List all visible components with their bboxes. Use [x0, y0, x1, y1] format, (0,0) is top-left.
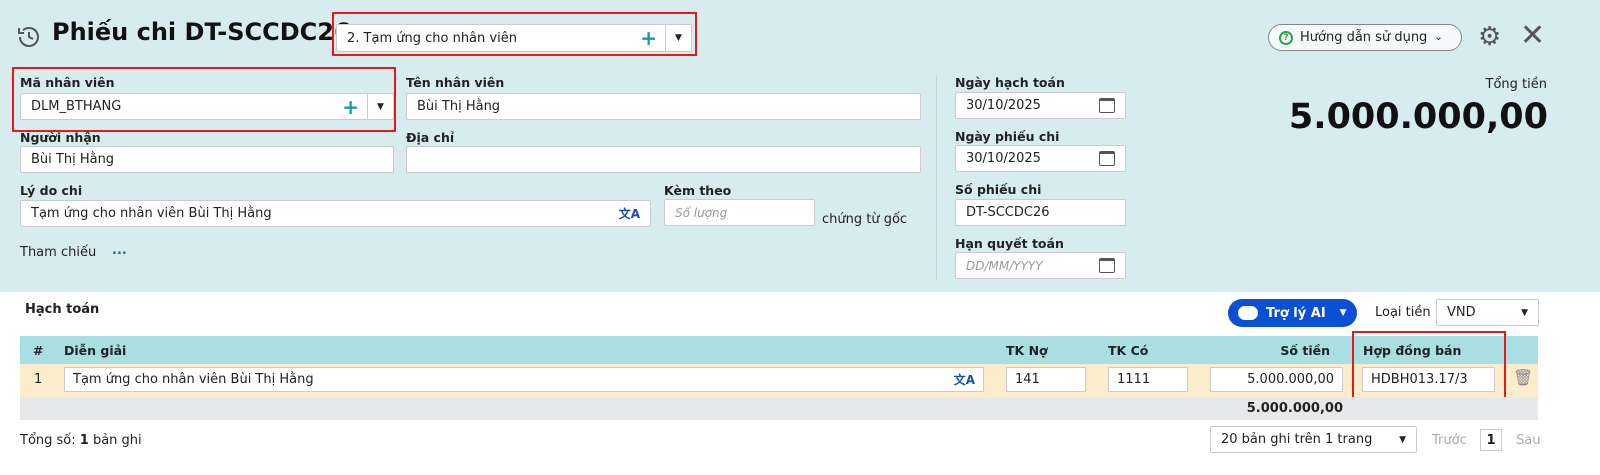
- receiver-label: Người nhận: [20, 130, 101, 145]
- currency-label: Loại tiền: [1375, 305, 1431, 320]
- voucher-type-value: 2. Tạm ứng cho nhân viên: [347, 30, 517, 46]
- settle-date-label: Hạn quyết toán: [955, 236, 1064, 251]
- record-count-prefix: Tổng số:: [20, 433, 80, 448]
- row-desc-input[interactable]: Tạm ứng cho nhân viên Bùi Thị Hằng 文A: [64, 367, 984, 392]
- chevron-down-icon[interactable]: ▼: [665, 25, 691, 51]
- close-icon[interactable]: ✕: [1520, 18, 1545, 53]
- ai-assistant-button[interactable]: Trợ lý AI ▼: [1228, 299, 1357, 327]
- accounting-title: Hạch toán: [25, 302, 100, 317]
- total-amount: 5.000.000,00: [1288, 97, 1548, 137]
- posting-date-value: 30/10/2025: [966, 98, 1041, 113]
- employee-code-value: DLM_BTHANG: [31, 99, 122, 114]
- add-icon[interactable]: +: [640, 26, 657, 50]
- sum-amount: 5.000.000,00: [1246, 401, 1343, 416]
- row-contract-input[interactable]: HDBH013.17/3: [1362, 367, 1495, 392]
- settle-date-input[interactable]: DD/MM/YYYY: [955, 252, 1126, 279]
- posting-date-label: Ngày hạch toán: [955, 75, 1065, 90]
- page-title: Phiếu chi DT-SCCDC26: [52, 18, 351, 46]
- employee-name-input[interactable]: Bùi Thị Hằng: [406, 93, 921, 120]
- add-icon[interactable]: +: [342, 95, 359, 119]
- voucher-date-label: Ngày phiếu chi: [955, 129, 1060, 144]
- address-input[interactable]: [406, 146, 921, 173]
- receiver-input[interactable]: Bùi Thị Hằng: [20, 146, 394, 173]
- help-button[interactable]: ? Hướng dẫn sử dụng ⌄: [1268, 24, 1462, 51]
- robot-icon: [1238, 306, 1258, 320]
- page-size-value: 20 bản ghi trên 1 trang: [1221, 432, 1373, 447]
- reason-input[interactable]: Tạm ứng cho nhân viên Bùi Thị Hằng 文A: [20, 200, 651, 227]
- reference-more-button[interactable]: ...: [112, 243, 127, 258]
- attach-label: Kèm theo: [664, 183, 732, 198]
- gear-icon[interactable]: ⚙: [1478, 22, 1501, 52]
- employee-code-label: Mã nhân viên: [20, 75, 115, 90]
- voucher-no-input[interactable]: DT-SCCDC26: [955, 199, 1126, 226]
- address-label: Địa chỉ: [406, 130, 455, 145]
- chevron-down-icon: ▼: [1521, 307, 1528, 318]
- reason-value: Tạm ứng cho nhân viên Bùi Thị Hằng: [31, 206, 272, 221]
- row-desc-value: Tạm ứng cho nhân viên Bùi Thị Hằng: [73, 372, 314, 387]
- translate-icon[interactable]: 文A: [619, 205, 640, 222]
- col-no: #: [33, 343, 44, 358]
- voucher-date-value: 30/10/2025: [966, 151, 1041, 166]
- voucher-type-select[interactable]: 2. Tạm ứng cho nhân viên + ▼: [336, 24, 692, 52]
- employee-name-label: Tên nhân viên: [406, 75, 505, 90]
- row-no: 1: [34, 372, 43, 387]
- chevron-down-icon[interactable]: ▼: [367, 94, 393, 119]
- attach-count-input[interactable]: Số lượng: [664, 199, 815, 226]
- help-label: Hướng dẫn sử dụng: [1300, 30, 1428, 45]
- chevron-down-icon: ▼: [1399, 434, 1406, 445]
- currency-select[interactable]: VND ▼: [1436, 299, 1539, 326]
- row-amount-input[interactable]: 5.000.000,00: [1210, 367, 1343, 392]
- attach-placeholder: Số lượng: [675, 205, 728, 220]
- attach-suffix: chứng từ gốc: [822, 212, 908, 227]
- prev-page-button[interactable]: Trước: [1432, 433, 1467, 448]
- history-icon[interactable]: [16, 24, 42, 50]
- col-debit: TK Nợ: [1006, 343, 1048, 358]
- page-size-select[interactable]: 20 bản ghi trên 1 trang ▼: [1210, 426, 1417, 453]
- chevron-down-icon: ▼: [1339, 308, 1347, 318]
- trash-icon[interactable]: 🗑: [1513, 368, 1533, 387]
- voucher-no-label: Số phiếu chi: [955, 182, 1042, 197]
- record-count: Tổng số: 1 bản ghi: [20, 433, 142, 448]
- translate-icon[interactable]: 文A: [954, 371, 975, 388]
- next-page-button[interactable]: Sau: [1516, 433, 1540, 448]
- col-amount: Số tiền: [1280, 343, 1330, 358]
- divider: [936, 76, 937, 280]
- row-debit-input[interactable]: 141: [1006, 367, 1086, 392]
- currency-value: VND: [1447, 305, 1476, 320]
- col-desc: Diễn giải: [64, 343, 127, 358]
- posting-date-input[interactable]: 30/10/2025: [955, 92, 1126, 119]
- record-count-suffix: bản ghi: [88, 433, 142, 448]
- employee-code-input[interactable]: DLM_BTHANG + ▼: [20, 93, 394, 120]
- chevron-down-icon: ⌄: [1434, 32, 1443, 43]
- page-number-button[interactable]: 1: [1480, 429, 1502, 451]
- col-credit: TK Có: [1108, 343, 1149, 358]
- calendar-icon[interactable]: [1099, 258, 1115, 273]
- ai-label: Trợ lý AI: [1266, 305, 1326, 321]
- reference-label: Tham chiếu: [20, 245, 97, 260]
- calendar-icon[interactable]: [1099, 151, 1115, 166]
- row-credit-input[interactable]: 1111: [1108, 367, 1188, 392]
- calendar-icon[interactable]: [1099, 98, 1115, 113]
- help-icon: ?: [1279, 30, 1293, 45]
- voucher-date-input[interactable]: 30/10/2025: [955, 145, 1126, 172]
- settle-date-placeholder: DD/MM/YYYY: [966, 258, 1043, 273]
- record-count-value: 1: [79, 433, 89, 448]
- reason-label: Lý do chi: [20, 183, 83, 198]
- total-label: Tổng tiền: [1485, 77, 1547, 92]
